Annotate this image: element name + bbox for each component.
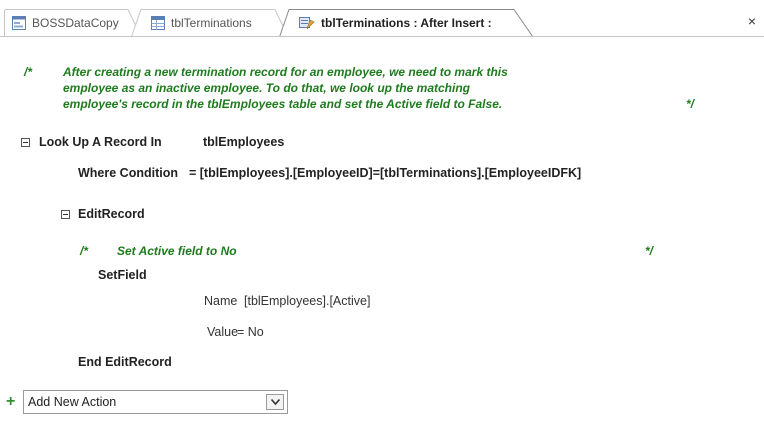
end-editrecord-label: End EditRecord bbox=[78, 355, 172, 369]
value-arg-label: Value bbox=[207, 325, 239, 339]
inner-comment-text: Set Active field to No bbox=[117, 244, 237, 258]
tab-label: BOSSDataCopy bbox=[32, 16, 119, 30]
name-arg-label: Name bbox=[204, 294, 238, 308]
form-icon bbox=[12, 16, 26, 30]
top-comment: After creating a new termination record … bbox=[63, 64, 508, 112]
dropdown-arrow-button[interactable] bbox=[266, 394, 284, 410]
comment-line: employee's record in the tblEmployees ta… bbox=[63, 97, 503, 111]
comment-line: employee as an inactive employee. To do … bbox=[63, 81, 470, 95]
setfield-label[interactable]: SetField bbox=[98, 268, 147, 282]
table-icon bbox=[151, 16, 165, 30]
comment-open-marker: /* bbox=[24, 65, 33, 79]
inner-comment-open: /* bbox=[80, 244, 89, 258]
where-condition-value[interactable]: = [tblEmployees].[EmployeeID]=[tblTermin… bbox=[189, 166, 581, 180]
value-arg-value[interactable]: = No bbox=[237, 325, 264, 339]
macro-icon bbox=[299, 16, 315, 30]
tab-bossdatacopy[interactable]: BOSSDataCopy bbox=[4, 9, 142, 37]
lookup-table-value[interactable]: tblEmployees bbox=[203, 135, 284, 149]
tab-after-insert-macro[interactable]: tblTerminations : After Insert : bbox=[279, 9, 534, 37]
editrecord-label[interactable]: EditRecord bbox=[78, 207, 145, 221]
inner-comment-close: */ bbox=[645, 244, 654, 258]
close-icon[interactable]: × bbox=[748, 14, 756, 28]
add-action-plus-icon: + bbox=[6, 393, 16, 410]
collapse-editrecord-icon[interactable] bbox=[61, 210, 70, 219]
collapse-lookup-icon[interactable] bbox=[21, 138, 30, 147]
document-tab-strip: BOSSDataCopy tblTerminations tblTerminat… bbox=[0, 0, 764, 37]
tab-label: tblTerminations bbox=[171, 16, 252, 30]
tab-label: tblTerminations : After Insert : bbox=[321, 16, 492, 30]
comment-close-marker: */ bbox=[686, 97, 695, 111]
tab-tblterminations[interactable]: tblTerminations bbox=[131, 9, 289, 37]
tab-baseline bbox=[0, 36, 764, 37]
where-condition-label: Where Condition bbox=[78, 166, 178, 180]
lookup-action-label[interactable]: Look Up A Record In bbox=[39, 135, 162, 149]
chevron-down-icon bbox=[270, 399, 280, 405]
add-new-action-dropdown[interactable]: Add New Action bbox=[23, 390, 288, 414]
name-arg-value[interactable]: [tblEmployees].[Active] bbox=[244, 294, 370, 308]
add-new-action-value: Add New Action bbox=[28, 395, 117, 409]
comment-line: After creating a new termination record … bbox=[63, 65, 508, 79]
